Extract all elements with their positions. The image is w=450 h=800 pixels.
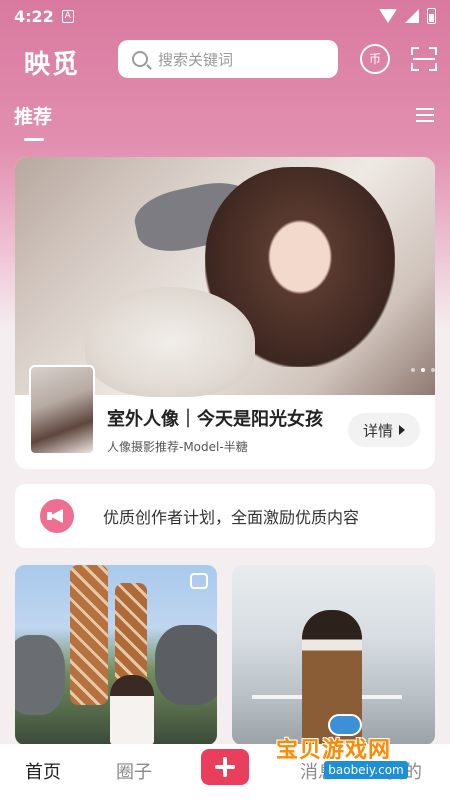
menu-icon[interactable] [416,108,434,122]
tab-recommend[interactable]: 推荐 [14,102,52,129]
carousel-indicator [411,368,435,372]
scan-corner [411,63,419,71]
scan-icon [411,47,419,55]
watermark-url: baobeiy.com [324,761,408,779]
creator-notice[interactable]: 优质创作者计划，全面激励优质内容 [15,484,435,548]
notification-icon: A [61,9,74,23]
app-logo: 映觅 [24,50,81,80]
nav-home[interactable]: 首页 [25,758,61,784]
photo-elephant [155,625,217,705]
scan-corner [429,47,437,55]
scan-line [413,58,435,60]
signal-icon [405,9,419,23]
status-bar: 4:22 A [0,0,450,32]
wifi-icon [379,9,397,23]
coin-button[interactable]: 币 [360,44,390,74]
status-time: 4:22 [14,6,54,26]
photo-elephant [15,635,65,715]
battery-icon [427,8,436,24]
site-watermark: 宝贝游戏网 baobeiy.com [270,714,450,800]
status-icons [379,8,436,24]
scan-button[interactable] [411,47,437,71]
nav-circle[interactable]: 圈子 [116,758,152,784]
search-placeholder: 搜索关键词 [158,50,234,69]
photo-giraffe [70,565,108,705]
banner-subtitle: 人像摄影推荐-Model-半糖 [107,440,248,454]
megaphone-icon [40,499,74,533]
top-bar: 映觅 搜索关键词 币 [0,36,450,86]
play-arrow-icon [399,425,405,435]
photo-model [110,675,154,745]
banner-photo [15,157,435,397]
detail-button-label: 详情 [362,421,393,440]
search-icon [132,51,148,67]
multi-image-icon [190,573,208,589]
feed-card[interactable] [15,565,217,745]
watermark-name: 宝贝游戏网 [276,738,392,763]
photo-teddy-bear [85,287,255,397]
publish-button[interactable] [201,749,249,785]
tab-indicator [24,138,44,141]
featured-banner[interactable]: 室外人像｜今天是阳光女孩 人像摄影推荐-Model-半糖 详情 [15,157,435,469]
banner-title: 室外人像｜今天是阳光女孩 [107,409,323,430]
category-tabs: 推荐 [0,98,450,146]
search-input[interactable]: 搜索关键词 [118,40,338,78]
notice-text: 优质创作者计划，全面激励优质内容 [103,508,360,527]
scan-corner [429,63,437,71]
banner-thumbnail [29,365,95,455]
detail-button[interactable]: 详情 [348,413,420,447]
